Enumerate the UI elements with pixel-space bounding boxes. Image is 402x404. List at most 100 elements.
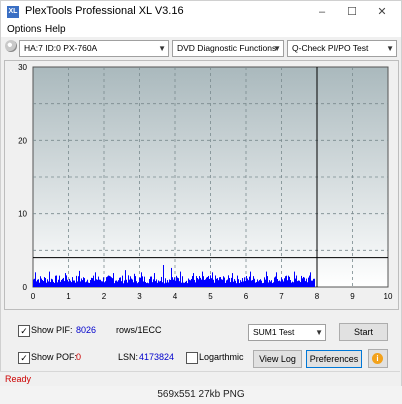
drive-select-value: HA:7 ID:0 PX-760A: [24, 43, 98, 53]
bar: [234, 279, 235, 287]
y-tick-label: 30: [18, 63, 27, 72]
preferences-button[interactable]: Preferences: [306, 350, 362, 368]
x-tick-label: 0: [31, 292, 36, 301]
bar: [69, 278, 70, 287]
bar: [227, 279, 228, 287]
bar: [111, 277, 112, 287]
bar: [285, 276, 286, 287]
bar: [133, 282, 134, 287]
show-pof-checkbox[interactable]: ✓: [18, 352, 30, 364]
bar: [132, 279, 133, 287]
bar: [92, 278, 93, 287]
drive-select[interactable]: HA:7 ID:0 PX-760A ▼: [19, 40, 169, 57]
bar: [170, 279, 171, 287]
bar: [232, 273, 233, 287]
bar: [87, 279, 88, 287]
function-select[interactable]: DVD Diagnostic Functions ▼: [172, 40, 284, 57]
bar: [192, 276, 193, 287]
bar: [134, 273, 135, 287]
bar: [68, 281, 69, 287]
bar: [188, 278, 189, 287]
status-bar: Ready: [0, 371, 400, 387]
menu-options-label: Options: [7, 24, 42, 35]
bar: [121, 281, 122, 287]
bar: [129, 279, 130, 287]
bar: [226, 280, 227, 287]
start-button[interactable]: Start: [339, 323, 388, 341]
bar: [171, 267, 172, 287]
bar: [217, 278, 218, 287]
show-pof-label: Show POF:: [31, 352, 78, 362]
disc-icon: [5, 40, 17, 52]
menu-bar: Options Help: [1, 23, 401, 37]
bar: [93, 275, 94, 287]
bar: [303, 276, 304, 287]
bar: [246, 276, 247, 287]
bar: [293, 282, 294, 287]
bar: [287, 280, 288, 287]
bar: [247, 278, 248, 287]
bar: [260, 279, 261, 287]
bar: [72, 277, 73, 287]
bar: [90, 280, 91, 287]
bar: [273, 282, 274, 287]
info-button[interactable]: i: [368, 349, 388, 368]
sum-test-select[interactable]: SUM1 Test ▼: [248, 324, 326, 341]
maximize-icon[interactable]: ☐: [337, 1, 367, 23]
bar: [194, 279, 195, 287]
sum-test-select-value: SUM1 Test: [253, 327, 295, 337]
bar: [267, 276, 268, 287]
menu-help[interactable]: Help: [45, 24, 66, 35]
bar: [250, 271, 251, 287]
bar: [262, 283, 263, 287]
bar: [85, 282, 86, 287]
bar: [251, 280, 252, 287]
bar: [149, 279, 150, 287]
bar: [300, 282, 301, 287]
bar: [106, 277, 107, 287]
bar: [219, 277, 220, 287]
function-select-value: DVD Diagnostic Functions: [177, 43, 277, 53]
bar: [241, 281, 242, 287]
bar: [91, 277, 92, 287]
close-icon[interactable]: ✕: [367, 1, 397, 23]
minimize-icon[interactable]: –: [307, 1, 337, 23]
x-tick-label: 2: [102, 292, 107, 301]
bar: [295, 278, 296, 287]
bar: [42, 280, 43, 287]
bar: [292, 281, 293, 287]
bar: [169, 279, 170, 287]
menu-options[interactable]: Options: [7, 24, 41, 35]
bar: [172, 277, 173, 287]
bar: [197, 277, 198, 287]
bar: [119, 277, 120, 287]
bar: [225, 282, 226, 287]
bar: [302, 278, 303, 287]
bar: [297, 281, 298, 287]
bar: [264, 277, 265, 287]
bar: [220, 277, 221, 287]
test-select[interactable]: Q-Check PI/PO Test ▼: [287, 40, 397, 57]
bar: [207, 276, 208, 287]
bar: [126, 279, 127, 287]
bar: [257, 279, 258, 287]
bar: [306, 278, 307, 287]
bar: [309, 275, 310, 287]
bar: [62, 278, 63, 287]
bar: [281, 277, 282, 287]
bar: [100, 279, 101, 287]
show-pif-checkbox[interactable]: ✓: [18, 325, 30, 337]
logarithmic-checkbox[interactable]: [186, 352, 198, 364]
bar: [195, 282, 196, 287]
bar: [61, 279, 62, 287]
bar: [102, 281, 103, 287]
bar: [120, 277, 121, 287]
bar: [256, 282, 257, 287]
bar: [313, 278, 314, 287]
bar: [258, 281, 259, 287]
bar: [147, 282, 148, 287]
view-log-button[interactable]: View Log: [253, 350, 302, 368]
bar: [299, 280, 300, 287]
title-bar[interactable]: XL PlexTools Professional XL V3.16 – ☐ ✕: [1, 1, 401, 23]
bar: [60, 281, 61, 287]
